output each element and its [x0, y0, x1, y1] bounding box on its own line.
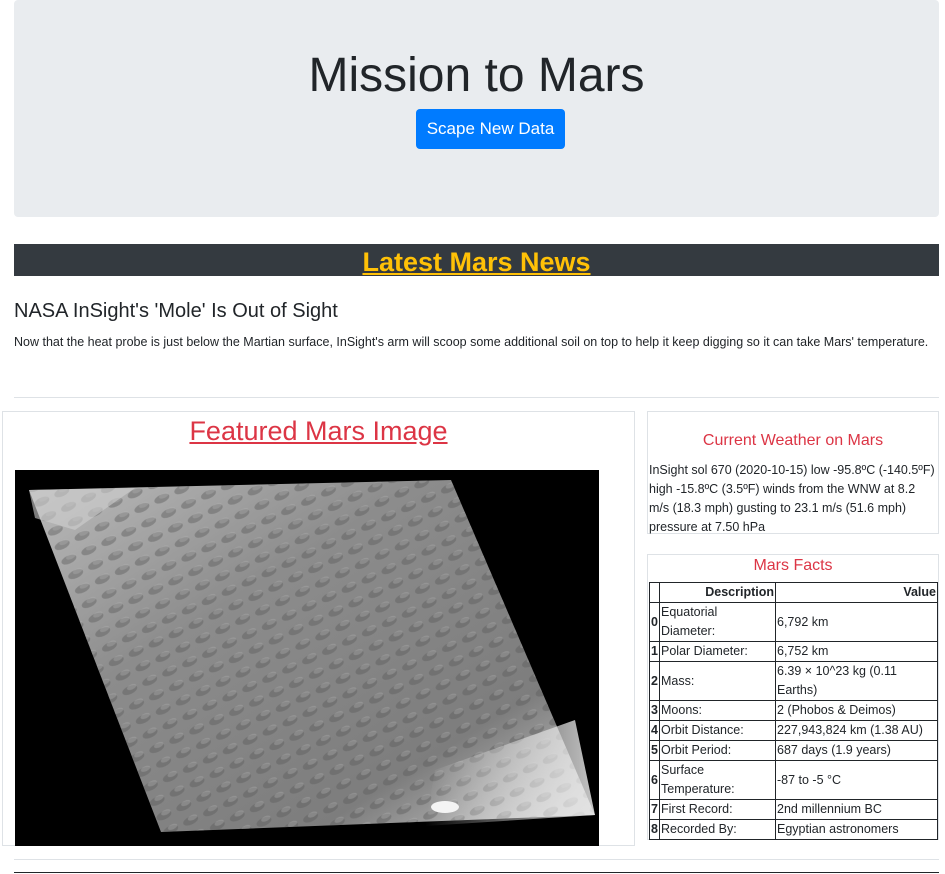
row-value: 6,792 km [775, 602, 938, 642]
scrape-new-data-button[interactable]: Scape New Data [416, 109, 565, 149]
row-index: 0 [649, 602, 660, 642]
row-description: Moons: [659, 700, 776, 721]
table-row: 7 First Record: 2nd millennium BC [649, 799, 938, 820]
featured-mars-image[interactable] [15, 470, 599, 846]
divider [14, 397, 939, 398]
mars-dunes-image [29, 480, 595, 832]
row-index: 7 [649, 799, 660, 820]
row-description: Orbit Distance: [659, 720, 776, 741]
weather-heading: Current Weather on Mars [702, 432, 884, 449]
mars-facts-table: Description Value 0 Equatorial Diameter:… [649, 582, 938, 840]
table-row: 3 Moons: 2 (Phobos & Deimos) [649, 700, 938, 721]
row-value: 687 days (1.9 years) [775, 740, 938, 761]
row-value: Egyptian astronomers [775, 819, 938, 840]
table-row: 1 Polar Diameter: 6,752 km [649, 641, 938, 662]
row-index: 4 [649, 720, 660, 741]
row-description: Polar Diameter: [659, 641, 776, 662]
row-index: 2 [649, 661, 660, 701]
table-row: 0 Equatorial Diameter: 6,792 km [649, 602, 938, 642]
row-description: Surface Temperature: [659, 760, 776, 800]
weather-card: Current Weather on Mars InSight sol 670 … [647, 411, 939, 534]
divider [14, 872, 939, 873]
value-column-header: Value [775, 582, 938, 603]
table-row: 2 Mass: 6.39 × 10^23 kg (0.11 Earths) [649, 661, 938, 701]
latest-news-bar: Latest Mars News [14, 244, 939, 277]
row-index: 5 [649, 740, 660, 761]
divider [14, 859, 939, 860]
table-row: 5 Orbit Period: 687 days (1.9 years) [649, 740, 938, 761]
table-row: 4 Orbit Distance: 227,943,824 km (1.38 A… [649, 720, 938, 741]
row-index: 8 [649, 819, 660, 840]
page-title: Mission to Mars [308, 49, 645, 102]
index-column-header [649, 582, 660, 603]
table-row: 8 Recorded By: Egyptian astronomers [649, 819, 938, 840]
row-value: -87 to -5 °C [775, 760, 938, 800]
row-description: First Record: [659, 799, 776, 820]
mars-facts-card: Mars Facts Description Value 0 Equatoria… [647, 554, 939, 840]
row-description: Recorded By: [659, 819, 776, 840]
row-description: Mass: [659, 661, 776, 701]
jumbotron-header: Mission to Mars Scape New Data [14, 0, 939, 217]
row-index: 1 [649, 641, 660, 662]
row-value: 2 (Phobos & Deimos) [775, 700, 938, 721]
row-value: 227,943,824 km (1.38 AU) [775, 720, 938, 741]
description-column-header: Description [659, 582, 776, 603]
row-value: 6.39 × 10^23 kg (0.11 Earths) [775, 661, 938, 701]
featured-image-card: Featured Mars Image [2, 411, 635, 846]
news-headline: NASA InSight's 'Mole' Is Out of Sight [14, 300, 338, 322]
row-value: 6,752 km [775, 641, 938, 662]
row-index: 6 [649, 760, 660, 800]
mars-facts-heading: Mars Facts [753, 557, 833, 574]
latest-news-heading: Latest Mars News [362, 247, 591, 277]
row-description: Orbit Period: [659, 740, 776, 761]
row-description: Equatorial Diameter: [659, 602, 776, 642]
featured-image-heading: Featured Mars Image [189, 416, 448, 446]
weather-text: InSight sol 670 (2020-10-15) low -95.8ºC… [649, 463, 935, 534]
table-row: 6 Surface Temperature: -87 to -5 °C [649, 760, 938, 800]
table-header-row: Description Value [649, 582, 938, 603]
row-value: 2nd millennium BC [775, 799, 938, 820]
news-paragraph: Now that the heat probe is just below th… [14, 335, 929, 349]
row-index: 3 [649, 700, 660, 721]
